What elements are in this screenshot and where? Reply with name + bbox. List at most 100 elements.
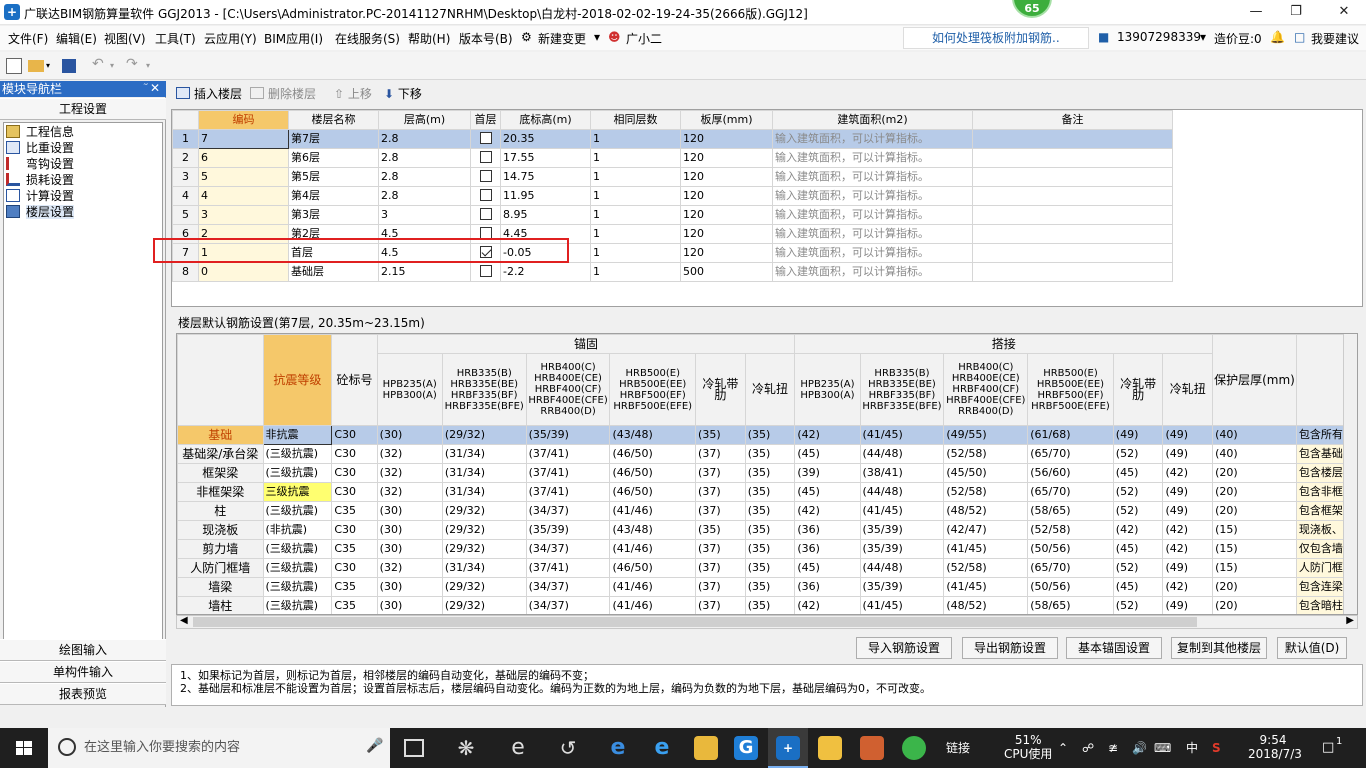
first-floor-checkbox[interactable] (479, 189, 492, 201)
cell-same[interactable]: 1 (590, 148, 681, 168)
cell-anchor[interactable]: (29/32) (441, 501, 527, 521)
cell-anchor[interactable]: (41/46) (609, 596, 697, 614)
notice-ticker[interactable]: 如何处理筏板附加钢筋.. (903, 27, 1089, 49)
header-thick[interactable]: 板厚(mm) (680, 110, 773, 130)
cell-lap[interactable]: (48/52) (943, 501, 1029, 521)
cell-base[interactable]: 14.75 (500, 167, 591, 187)
cell-concrete[interactable]: C35 (331, 577, 378, 597)
cell-lap[interactable]: (38/41) (859, 463, 945, 483)
cell-cover[interactable]: (15) (1212, 558, 1297, 578)
cell-code[interactable]: 0 (198, 262, 289, 282)
cell-lap[interactable]: (42) (1162, 463, 1214, 483)
menu-bim[interactable]: BIM应用(I) (264, 30, 323, 47)
cell-anchor[interactable]: (31/34) (441, 558, 527, 578)
cell-lap[interactable]: (52/58) (943, 482, 1029, 502)
cell-lap[interactable]: (65/70) (1027, 444, 1114, 464)
chevron-down-icon[interactable]: ▾ (594, 30, 600, 44)
cell-name[interactable]: 第3层 (288, 205, 379, 225)
delete-floor-button[interactable]: 删除楼层 (250, 85, 316, 102)
cell-height[interactable]: 3 (378, 205, 471, 225)
table-row[interactable]: 5 3 第3层 3 8.95 1 120 输入建筑面积，可以计算指标。 (172, 205, 1173, 225)
lap-steel-header[interactable]: HRB400(C) HRB400E(CE) HRBF400(CF) HRBF40… (943, 353, 1029, 426)
cell-lap[interactable]: (52/58) (943, 558, 1029, 578)
cell-lap[interactable]: (52/58) (1027, 520, 1114, 540)
cell-lap[interactable]: (52/58) (943, 444, 1029, 464)
wifi-icon[interactable]: ≇ (1108, 728, 1118, 768)
edge-icon[interactable]: e (606, 736, 630, 760)
cell-anchor[interactable]: (35) (695, 520, 746, 540)
cell-anchor[interactable]: (41/46) (609, 577, 697, 597)
scroll-right-icon[interactable]: ▶ (1346, 615, 1354, 626)
link-label[interactable]: 链接 (946, 728, 970, 768)
cell-cover[interactable]: (40) (1212, 425, 1297, 445)
cell-anchor[interactable]: (30) (376, 425, 443, 445)
anchor-steel-header[interactable]: HRB500(E) HRB500E(EE) HRBF500(EF) HRBF50… (609, 353, 697, 426)
cell-lap[interactable]: (42) (1162, 577, 1214, 597)
cell-anchor[interactable]: (32) (376, 482, 443, 502)
cell-lap[interactable]: (49) (1162, 425, 1214, 445)
menu-cloud[interactable]: 云应用(Y) (204, 30, 257, 47)
cell-lap[interactable]: (58/65) (1027, 596, 1114, 614)
cell-anchor[interactable]: (35) (744, 463, 796, 483)
cell-thick[interactable]: 120 (680, 243, 773, 263)
cell-remark[interactable] (972, 186, 1173, 206)
cell-same[interactable]: 1 (590, 129, 681, 149)
cell-anchor[interactable]: (35/39) (525, 425, 611, 445)
notification-icon[interactable]: □ (1322, 728, 1334, 768)
cell-base[interactable]: 8.95 (500, 205, 591, 225)
cell-anchor[interactable]: (35) (744, 444, 796, 464)
first-floor-checkbox[interactable] (479, 132, 492, 144)
cell-lap[interactable]: (52) (1112, 501, 1164, 521)
sogou-icon[interactable]: ↺ (556, 736, 580, 760)
cell-height[interactable]: 2.8 (378, 148, 471, 168)
cell-code[interactable]: 6 (198, 148, 289, 168)
menu-edit[interactable]: 编辑(E) (56, 30, 97, 47)
cell-anchor[interactable]: (29/32) (441, 539, 527, 559)
cell-lap[interactable]: (42/47) (943, 520, 1029, 540)
cell-lap[interactable]: (49) (1162, 482, 1214, 502)
cell-height[interactable]: 2.8 (378, 167, 471, 187)
cell-anchor[interactable]: (35/39) (525, 520, 611, 540)
cell-anchor[interactable]: (37/41) (525, 444, 611, 464)
cell-anchor[interactable]: (35) (744, 539, 796, 559)
lap-steel-header[interactable]: HRB335(B) HRB335E(BE) HRBF335(BF) HRBF33… (859, 353, 945, 426)
cell-anchor[interactable]: (46/50) (609, 463, 697, 483)
cell-anchor[interactable]: (35) (744, 520, 796, 540)
header-height[interactable]: 层高(m) (378, 110, 471, 130)
cell-lap[interactable]: (41/45) (859, 501, 945, 521)
cell-lap[interactable]: (56/60) (1027, 463, 1114, 483)
zaojia-dou[interactable]: 造价豆:0 (1214, 30, 1262, 47)
cell-lap[interactable]: (45/50) (943, 463, 1029, 483)
tree-item-floor[interactable]: 楼层设置 (6, 205, 75, 220)
cell-thick[interactable]: 120 (680, 186, 773, 206)
cell-thick[interactable]: 120 (680, 224, 773, 244)
cell-seismic[interactable]: (三级抗震) (262, 539, 333, 559)
cell-anchor[interactable]: (41/46) (609, 539, 697, 559)
menu-new-change[interactable]: 新建变更 (538, 30, 586, 47)
tab-report-preview[interactable]: 报表预览 (0, 683, 166, 705)
chevron-up-icon[interactable]: ⌃ (1058, 728, 1068, 768)
cell-anchor[interactable]: (29/32) (441, 520, 527, 540)
header-code[interactable]: 编码 (198, 110, 289, 130)
export-rebar-button[interactable]: 导出钢筋设置 (962, 637, 1058, 659)
cell-lap[interactable]: (58/65) (1027, 501, 1114, 521)
table-row[interactable]: 1 7 第7层 2.8 20.35 1 120 输入建筑面积，可以计算指标。 (172, 129, 1173, 149)
cell-lap[interactable]: (41/45) (859, 596, 945, 614)
cell-base[interactable]: -2.2 (500, 262, 591, 282)
cell-area[interactable]: 输入建筑面积，可以计算指标。 (772, 205, 973, 225)
table-row[interactable]: 墙柱 (三级抗震) C35 (30) (29/32) (34/37) (41/46) (37)… (177, 596, 1357, 614)
cell-anchor[interactable]: (32) (376, 558, 443, 578)
tree-item-calc[interactable]: 计算设置 (6, 189, 74, 204)
cell-anchor[interactable]: (34/37) (525, 577, 611, 597)
cell-seismic[interactable]: (三级抗震) (262, 463, 333, 483)
cell-lap[interactable]: (49) (1112, 425, 1164, 445)
cell-name[interactable]: 第4层 (288, 186, 379, 206)
first-floor-checkbox[interactable] (479, 151, 492, 163)
cell-anchor[interactable]: (34/37) (525, 539, 611, 559)
insert-floor-button[interactable]: 插入楼层 (176, 85, 242, 102)
open-folder-icon[interactable] (28, 60, 44, 72)
first-floor-checkbox[interactable] (479, 265, 492, 277)
cell-anchor[interactable]: (30) (376, 520, 443, 540)
cell-first[interactable] (470, 186, 501, 206)
cell-lap[interactable]: (45) (794, 444, 861, 464)
